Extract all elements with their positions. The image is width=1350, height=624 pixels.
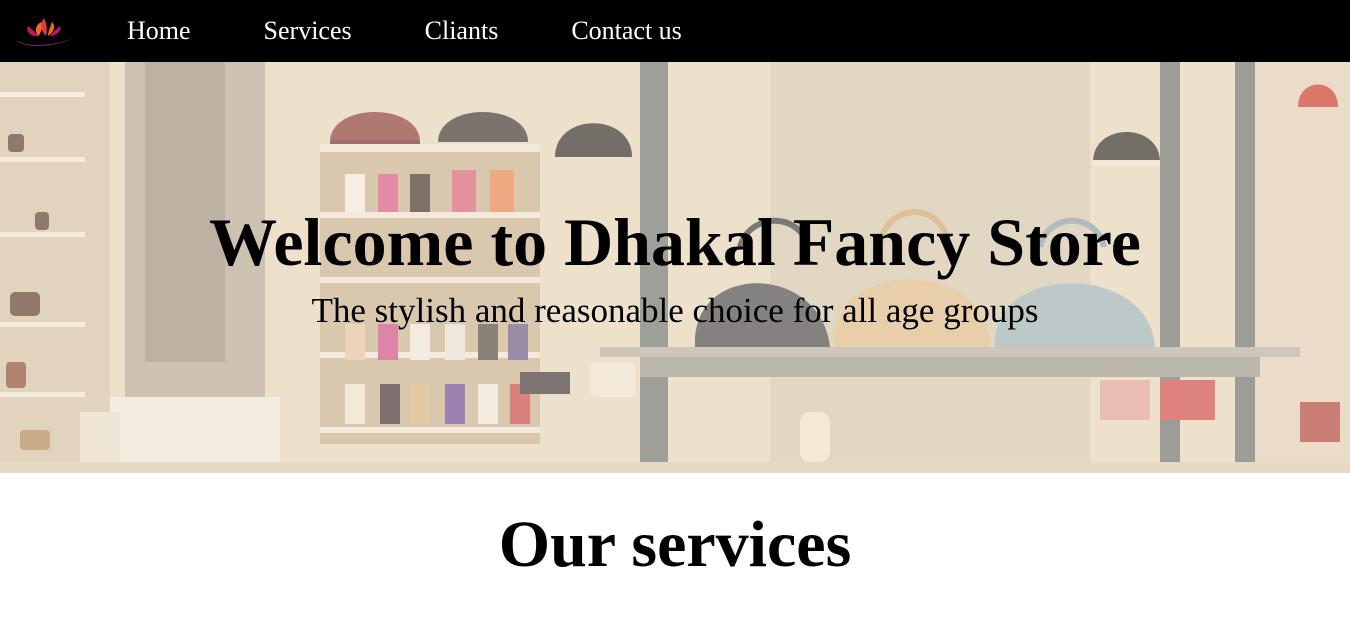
hero-title: Welcome to Dhakal Fancy Store [209,204,1141,280]
services-heading: Our services [498,508,852,581]
nav-links: Home Services Cliants Contact us [127,0,755,62]
lotus-logo-icon[interactable] [12,16,78,54]
nav-contact-link[interactable]: Contact us [571,0,682,67]
nav-home-link[interactable]: Home [127,0,191,67]
hero-banner: Welcome to Dhakal Fancy Store The stylis… [0,62,1350,473]
nav-cliants-link[interactable]: Cliants [425,0,499,67]
nav-services-link[interactable]: Services [264,0,352,67]
hero-subtitle: The stylish and reasonable choice for al… [311,291,1039,330]
top-navbar: Home Services Cliants Contact us [0,0,1350,62]
